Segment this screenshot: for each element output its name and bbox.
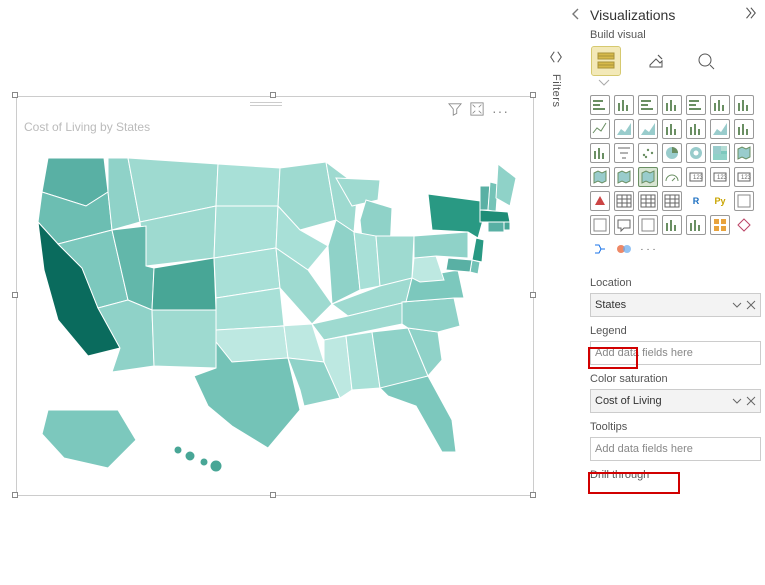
vis-type-table[interactable] xyxy=(614,191,634,211)
resize-handle[interactable] xyxy=(530,292,536,298)
vis-type-stacked-area[interactable] xyxy=(638,119,658,139)
legend-label: Legend xyxy=(586,317,765,341)
tooltips-label: Tooltips xyxy=(586,413,765,437)
visualization-types-gallery: 123 123 123 RPy · · · xyxy=(586,91,765,269)
remove-field-icon[interactable] xyxy=(746,300,756,310)
legend-well[interactable]: Add data fields here xyxy=(590,341,761,365)
vis-type-paginated[interactable] xyxy=(662,215,682,235)
visual-title: Cost of Living by States xyxy=(24,120,150,134)
vis-type-key-influencers[interactable] xyxy=(734,191,754,211)
visualizations-panel: Visualizations Build visual 123 123 123 RPy… xyxy=(586,0,765,585)
vis-type-clustered-col[interactable] xyxy=(662,95,682,115)
resize-handle[interactable] xyxy=(270,492,276,498)
vis-type-percent-col[interactable] xyxy=(710,95,730,115)
location-well[interactable]: States xyxy=(590,293,761,317)
chevron-down-icon[interactable] xyxy=(732,396,742,406)
more-options-icon[interactable]: ··· xyxy=(492,103,509,119)
vis-type-stacked-col[interactable] xyxy=(614,95,634,115)
vis-type-hund-col[interactable] xyxy=(734,95,754,115)
vis-type-map-shape[interactable] xyxy=(614,167,634,187)
visual-header-toolbar: ··· xyxy=(448,102,509,119)
vis-type-pie[interactable] xyxy=(662,143,682,163)
legend-placeholder: Add data fields here xyxy=(595,347,693,359)
vis-type-line[interactable] xyxy=(590,119,610,139)
vis-type-line-col-cl[interactable] xyxy=(686,119,706,139)
vis-type-scatter-small[interactable] xyxy=(614,143,634,163)
resize-handle[interactable] xyxy=(530,92,536,98)
vis-type-multi-card[interactable]: 123 xyxy=(710,167,730,187)
vis-type-scatter[interactable] xyxy=(638,143,658,163)
vis-type-map-filled[interactable] xyxy=(590,167,610,187)
vis-type-donut[interactable] xyxy=(686,143,706,163)
resize-handle[interactable] xyxy=(530,492,536,498)
vis-type-waterfall[interactable] xyxy=(734,119,754,139)
tab-indicator xyxy=(586,79,765,87)
resize-handle[interactable] xyxy=(12,492,18,498)
svg-text:123: 123 xyxy=(693,175,704,181)
saturation-well[interactable]: Cost of Living xyxy=(590,389,761,413)
build-visual-tab[interactable] xyxy=(592,47,620,75)
vis-type-arcgis[interactable] xyxy=(734,215,754,235)
vis-type-map-bubble[interactable] xyxy=(734,143,754,163)
vis-type-gauge[interactable] xyxy=(662,167,682,187)
vis-type-power-automate[interactable] xyxy=(590,239,610,259)
saturation-label: Color saturation xyxy=(586,365,765,389)
vis-type-metric[interactable] xyxy=(686,215,706,235)
remove-field-icon[interactable] xyxy=(746,396,756,406)
location-field-value: States xyxy=(595,299,626,311)
report-canvas[interactable]: ··· Cost of Living by States xyxy=(0,0,544,585)
vis-type-r-visual[interactable] xyxy=(662,191,682,211)
format-visual-tab[interactable] xyxy=(642,47,670,75)
expand-pane-icon[interactable] xyxy=(743,6,757,23)
vis-type-slicer[interactable] xyxy=(590,191,610,211)
panel-title: Visualizations xyxy=(590,7,675,23)
us-filled-map[interactable] xyxy=(28,150,524,488)
mode-tabs xyxy=(586,45,765,83)
chevron-down-icon[interactable] xyxy=(732,300,742,310)
vis-type-matrix[interactable] xyxy=(638,191,658,211)
location-label: Location xyxy=(586,269,765,293)
svg-text:123: 123 xyxy=(741,175,752,181)
saturation-field-value: Cost of Living xyxy=(595,395,662,407)
vis-type-stacked-bar[interactable] xyxy=(590,95,610,115)
vis-type-narrative[interactable] xyxy=(638,215,658,235)
vis-type-card[interactable]: 123 xyxy=(686,167,706,187)
vis-type-more[interactable]: · · · xyxy=(638,239,658,259)
vis-type-ribbon[interactable] xyxy=(710,119,730,139)
collapse-chevron-icon[interactable] xyxy=(570,8,582,20)
filters-label: Filters xyxy=(550,74,562,107)
filters-pane-collapsed[interactable]: Filters xyxy=(546,50,566,107)
vis-type-kpi[interactable]: 123 xyxy=(734,167,754,187)
filter-icon[interactable] xyxy=(448,102,462,119)
vis-type-area[interactable] xyxy=(614,119,634,139)
vis-type-qna[interactable] xyxy=(614,215,634,235)
vis-type-percent-bar[interactable] xyxy=(686,95,706,115)
drill-through-label: Drill through xyxy=(586,461,765,485)
tooltips-placeholder: Add data fields here xyxy=(595,443,693,455)
resize-handle[interactable] xyxy=(270,92,276,98)
vis-type-filled-map[interactable] xyxy=(638,167,658,187)
analytics-tab[interactable] xyxy=(692,47,720,75)
vis-type-Py[interactable]: Py xyxy=(710,191,730,211)
vis-type-more-palette[interactable] xyxy=(614,239,634,259)
resize-handle[interactable] xyxy=(12,292,18,298)
vis-type-treemap[interactable] xyxy=(710,143,730,163)
vis-type-R[interactable]: R xyxy=(686,191,706,211)
resize-handle[interactable] xyxy=(12,92,18,98)
vis-type-line-col[interactable] xyxy=(662,119,682,139)
vis-type-clustered-bar[interactable] xyxy=(638,95,658,115)
drag-handle[interactable] xyxy=(250,100,282,108)
build-visual-label: Build visual xyxy=(586,27,765,45)
vis-type-app[interactable] xyxy=(710,215,730,235)
svg-text:123: 123 xyxy=(717,175,728,181)
vis-type-funnel[interactable] xyxy=(590,143,610,163)
vis-type-decomposition[interactable] xyxy=(590,215,610,235)
tooltips-well[interactable]: Add data fields here xyxy=(590,437,761,461)
focus-mode-icon[interactable] xyxy=(470,102,484,119)
